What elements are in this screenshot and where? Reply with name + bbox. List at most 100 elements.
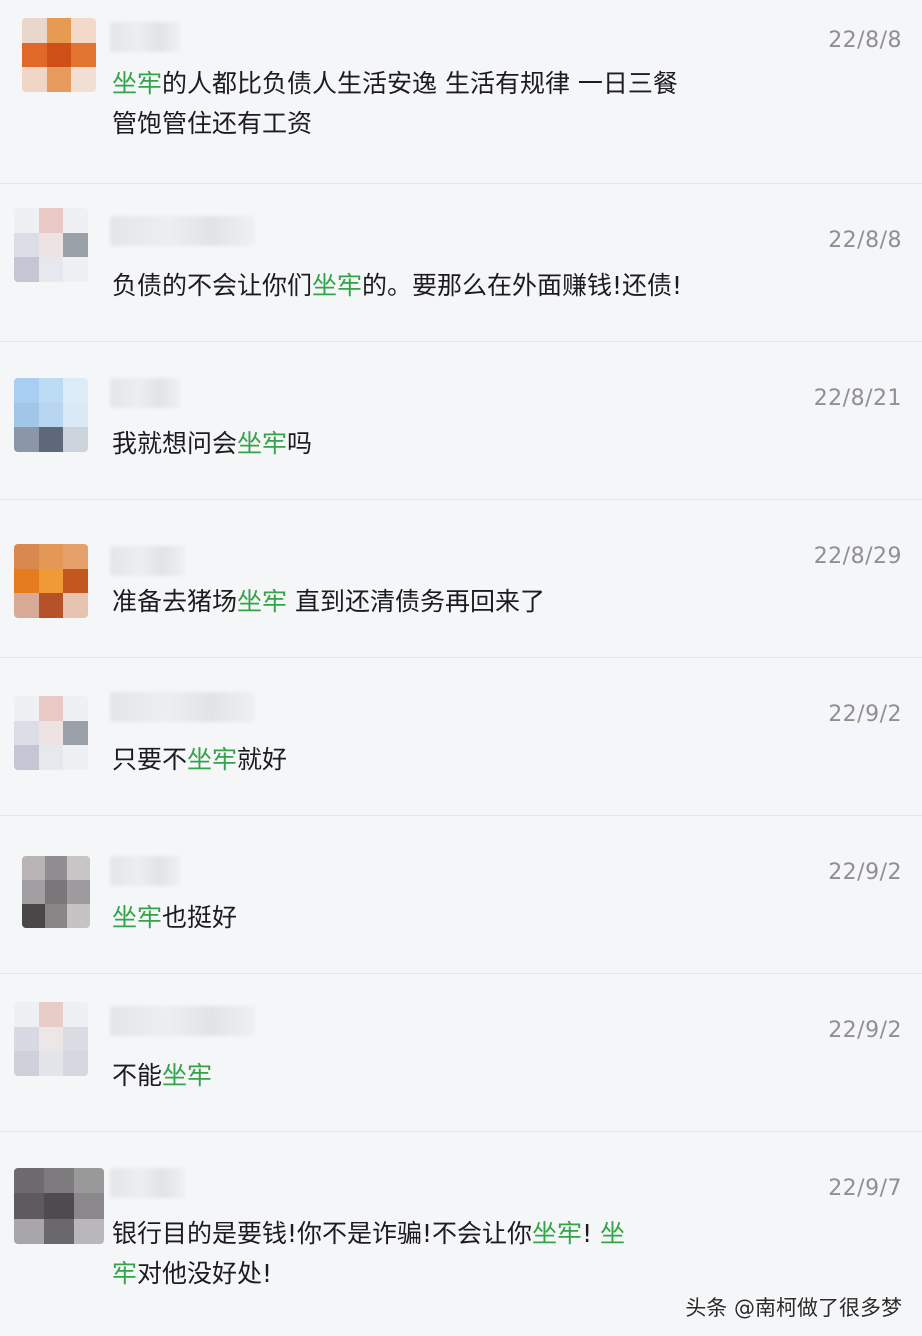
comment-text-segment: 对他没好处! (137, 1259, 273, 1288)
avatar-mosaic-cell (67, 856, 90, 880)
comment-item: 22/9/2 不能坐牢 (0, 974, 922, 1132)
avatar-mosaic-cell (14, 1193, 44, 1219)
comment-text-segment: 吗 (287, 429, 313, 458)
avatar-mosaic-cell (71, 67, 96, 92)
comment-text-segment: 就好 (237, 745, 288, 774)
avatar-mosaic-cell (63, 1026, 88, 1052)
highlight-keyword: 坐牢 (187, 745, 238, 774)
avatar-mosaic-cell (14, 257, 39, 282)
comment-date: 22/8/29 (813, 544, 902, 569)
username-blurred[interactable] (110, 216, 255, 246)
avatar-mosaic-cell (44, 880, 68, 904)
avatar[interactable] (14, 378, 88, 452)
avatar-mosaic-cell (63, 1002, 88, 1027)
avatar-mosaic-cell (38, 1002, 64, 1027)
avatar-mosaic-cell (38, 1051, 64, 1076)
username-blurred[interactable] (110, 22, 180, 52)
comment-text: 坐牢也挺好 (112, 898, 752, 938)
comment-text-segment: ! (582, 1219, 601, 1248)
avatar-mosaic-cell (38, 720, 64, 746)
avatar-mosaic-cell (14, 1218, 44, 1244)
comment-date: 22/8/8 (828, 228, 902, 253)
avatar-mosaic-cell (14, 1051, 39, 1076)
avatar-mosaic-cell (38, 1026, 64, 1052)
highlight-keyword: 坐牢 (532, 1219, 583, 1248)
avatar[interactable] (22, 856, 90, 928)
comment-date: 22/8/21 (813, 386, 902, 411)
comment-text-segment: 不能 (112, 1061, 163, 1090)
username-blurred[interactable] (110, 378, 180, 408)
avatar-mosaic-cell (22, 67, 47, 92)
highlight-keyword: 坐牢 (237, 429, 288, 458)
comment-text: 银行目的是要钱!你不是诈骗!不会让你坐牢! 坐牢对他没好处! (112, 1214, 752, 1294)
highlight-keyword: 坐牢 (237, 587, 288, 616)
highlight-keyword: 坐 (600, 1219, 626, 1248)
avatar-mosaic-cell (63, 745, 88, 770)
avatar-mosaic-cell (14, 427, 39, 452)
comment-text: 只要不坐牢就好 (112, 740, 752, 780)
avatar-mosaic-cell (38, 544, 64, 569)
avatar-mosaic-cell (63, 257, 88, 282)
avatar-mosaic-cell (38, 402, 64, 428)
comment-date: 22/9/2 (828, 860, 902, 885)
username-blurred[interactable] (110, 856, 180, 886)
avatar-mosaic-cell (63, 378, 88, 403)
avatar-mosaic-cell (14, 1002, 39, 1027)
avatar-mosaic-cell (38, 232, 64, 258)
comment-text-segment: 银行目的是要钱!你不是诈骗!不会让你 (112, 1219, 533, 1248)
avatar-mosaic-cell (38, 257, 64, 282)
avatar-mosaic-cell (63, 232, 88, 258)
avatar-mosaic-cell (22, 856, 45, 880)
avatar[interactable] (14, 1002, 88, 1076)
comment-list: 22/8/8 坐牢的人都比负债人生活安逸 生活有规律 一日三餐 管饱管住还有工资 … (0, 0, 922, 1336)
avatar-mosaic-cell (46, 67, 72, 92)
avatar[interactable] (14, 208, 88, 282)
comment-date: 22/9/2 (828, 702, 902, 727)
avatar-mosaic-cell (44, 904, 68, 928)
avatar-mosaic-cell (14, 696, 39, 721)
avatar-mosaic-cell (38, 593, 64, 618)
comment-item: 22/8/8 坐牢的人都比负债人生活安逸 生活有规律 一日三餐 管饱管住还有工资 (0, 0, 922, 184)
avatar-mosaic-cell (38, 427, 64, 452)
highlight-keyword: 坐牢 (312, 271, 363, 300)
avatar-mosaic-cell (63, 1051, 88, 1076)
avatar-mosaic-cell (44, 1218, 74, 1244)
avatar-mosaic-cell (14, 1168, 44, 1194)
avatar-mosaic-cell (38, 378, 64, 403)
avatar-mosaic-cell (14, 745, 39, 770)
comment-date: 22/9/2 (828, 1018, 902, 1043)
username-blurred[interactable] (110, 546, 185, 576)
comment-text-segment: 管饱管住还有工资 (112, 109, 313, 138)
comment-text: 不能坐牢 (112, 1056, 752, 1096)
avatar-mosaic-cell (44, 856, 68, 880)
comment-text-segment: 的。要那么在外面赚钱!还债! (362, 271, 683, 300)
avatar-mosaic-cell (63, 544, 88, 569)
avatar-mosaic-cell (14, 568, 39, 594)
avatar-mosaic-cell (14, 378, 39, 403)
avatar[interactable] (14, 1168, 104, 1244)
username-blurred[interactable] (110, 1006, 255, 1036)
comment-item: 22/9/2 坐牢也挺好 (0, 816, 922, 974)
comment-text: 坐牢的人都比负债人生活安逸 生活有规律 一日三餐 管饱管住还有工资 (112, 64, 752, 144)
avatar-mosaic-cell (74, 1168, 104, 1194)
avatar[interactable] (14, 696, 88, 770)
avatar-mosaic-cell (74, 1218, 104, 1244)
avatar-mosaic-cell (74, 1193, 104, 1219)
avatar-mosaic-cell (63, 593, 88, 618)
comment-text-segment: 我就想问会 (112, 429, 238, 458)
avatar[interactable] (22, 18, 96, 92)
avatar-mosaic-cell (38, 568, 64, 594)
avatar-mosaic-cell (38, 208, 64, 233)
avatar-mosaic-cell (46, 42, 72, 68)
avatar-mosaic-cell (63, 208, 88, 233)
avatar[interactable] (14, 544, 88, 618)
avatar-mosaic-cell (44, 1168, 74, 1194)
avatar-mosaic-cell (22, 18, 47, 43)
avatar-mosaic-cell (38, 745, 64, 770)
username-blurred[interactable] (110, 692, 255, 722)
comment-text-segment: 准备去猪场 (112, 587, 238, 616)
username-blurred[interactable] (110, 1168, 185, 1198)
avatar-mosaic-cell (46, 18, 72, 43)
avatar-mosaic-cell (14, 208, 39, 233)
avatar-mosaic-cell (63, 720, 88, 746)
